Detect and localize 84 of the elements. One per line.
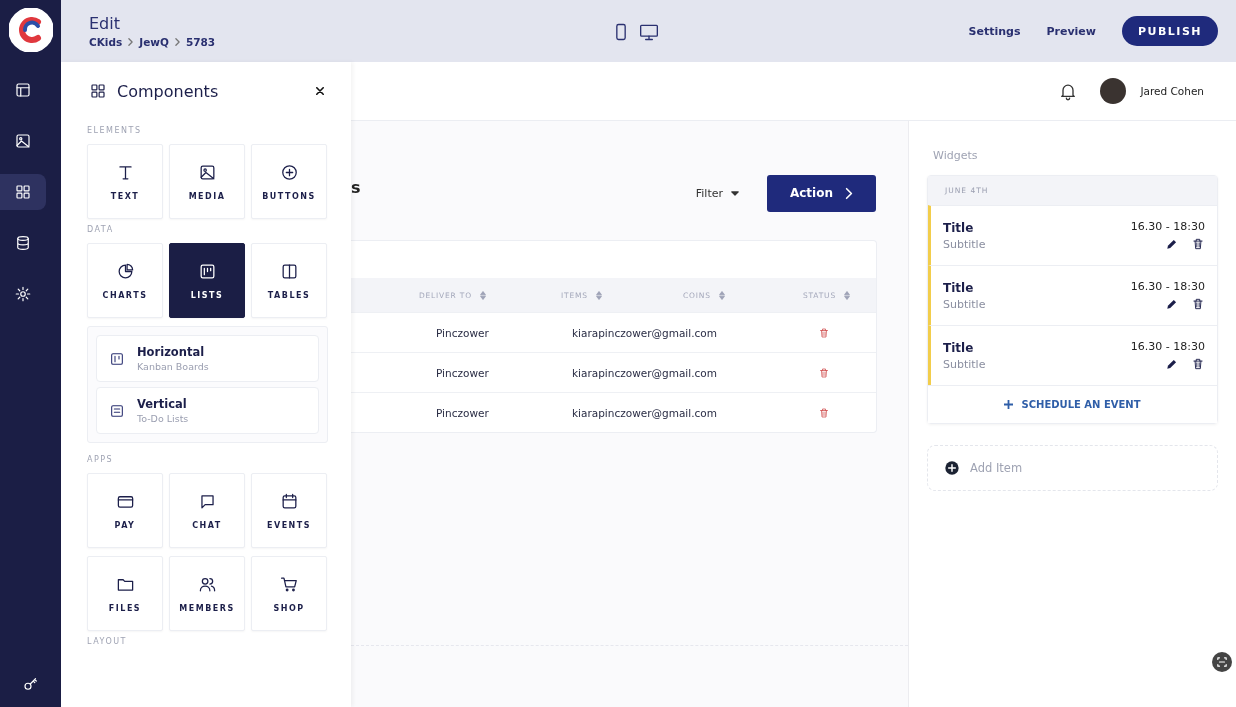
page-title: Edit [89,14,121,33]
panel-title: Components [117,81,219,101]
scan-icon[interactable] [1212,652,1232,672]
action-button[interactable]: Action [767,174,876,212]
component-tile[interactable]: MEDIA [169,144,245,219]
table-cell-text: kiarapinczower@gmail.com [572,326,718,339]
component-tile[interactable]: BUTTONS [251,144,327,219]
plus-circle-icon [944,460,960,476]
component-tile[interactable]: PAY [87,473,163,548]
pencil-icon[interactable] [1165,297,1179,311]
table-cell-text: Pinczower [436,326,490,339]
component-tile[interactable]: LISTS [169,243,245,318]
section-heading: LAYOUT [87,637,128,646]
chevron-icon [128,38,134,46]
heading-fragment: s [351,177,361,197]
table-cell-text: Pinczower [436,406,490,419]
component-tile[interactable]: CHARTS [87,243,163,318]
database-icon [14,234,32,252]
caret-icon [731,190,739,196]
board-icon [109,350,125,367]
trash-icon[interactable] [1191,297,1205,311]
sort-icon [718,290,725,300]
plus-icon [1004,400,1014,409]
user-name: Jared Cohen [1140,85,1204,97]
close-icon[interactable] [316,87,324,95]
event-title: Title [943,220,975,235]
grid-icon [89,82,107,100]
section-heading: ELEMENTS [87,126,143,135]
chevron-icon [174,38,180,46]
avatar-photo[interactable] [1100,78,1127,104]
event-title: Title [943,280,975,295]
widgets-heading: Widgets [933,149,979,162]
event-time: 16.30 - 18:30 [1130,280,1205,293]
chevron-right-icon [845,186,853,200]
image-icon [14,132,32,150]
table-cell-text: kiarapinczower@gmail.com [572,366,718,379]
event-subtitle: Subtitle [943,297,987,311]
component-tile[interactable]: SHOP [251,556,327,631]
component-tile[interactable]: EVENTS [251,473,327,548]
component-tile[interactable]: CHAT [169,473,245,548]
table-cell-text: Pinczower [436,366,490,379]
top-link[interactable]: Preview [1046,24,1096,38]
logo-icon [8,8,53,52]
nav-item[interactable] [0,174,46,210]
pencil-icon[interactable] [1165,237,1179,251]
event-item[interactable]: Title Subtitle 16.30 - 18:30 [928,265,1217,325]
component-tile[interactable]: MEMBERS [169,556,245,631]
breadcrumb-link[interactable]: JewQ [139,36,169,48]
component-tile[interactable]: TABLES [251,243,327,318]
list-icon [109,402,125,419]
table-cell-text: kiarapinczower@gmail.com [572,406,718,419]
grid-icon [14,183,32,201]
sort-icon [479,290,486,300]
layout-icon [14,81,32,99]
list-option[interactable]: Vertical To-Do Lists [96,387,319,434]
list-option[interactable]: Horizontal Kanban Boards [96,335,319,382]
top-link[interactable]: Settings [968,24,1021,38]
component-tile[interactable]: FILES [87,556,163,631]
trash-icon[interactable] [1191,357,1205,371]
option-subtitle: To-Do Lists [137,413,189,424]
event-time: 16.30 - 18:30 [1130,220,1205,233]
publish-button[interactable]: PUBLISH [1122,16,1218,46]
breadcrumb-link[interactable]: 5783 [185,36,216,48]
key-icon[interactable] [21,675,40,693]
filter-dropdown[interactable]: Filter [695,186,739,200]
section-heading: APPS [87,455,115,464]
schedule-event-button[interactable]: SCHEDULE AN EVENT [928,385,1217,423]
pencil-icon[interactable] [1165,357,1179,371]
option-title: Horizontal [137,345,206,359]
event-time: 16.30 - 18:30 [1130,340,1205,353]
event-title: Title [943,340,975,355]
event-subtitle: Subtitle [943,357,987,371]
event-item[interactable]: Title Subtitle 16.30 - 18:30 [928,205,1217,265]
trash-icon[interactable] [1191,237,1205,251]
option-subtitle: Kanban Boards [137,361,209,372]
sort-icon [843,290,850,300]
component-tile[interactable]: TEXT [87,144,163,219]
plus-circle-icon [279,162,299,182]
event-subtitle: Subtitle [943,237,987,251]
monitor-icon[interactable] [639,22,659,42]
section-heading: DATA [87,225,115,234]
sort-icon [595,290,602,300]
option-title: Vertical [137,397,188,411]
breadcrumb-link[interactable]: CKids [89,36,123,48]
